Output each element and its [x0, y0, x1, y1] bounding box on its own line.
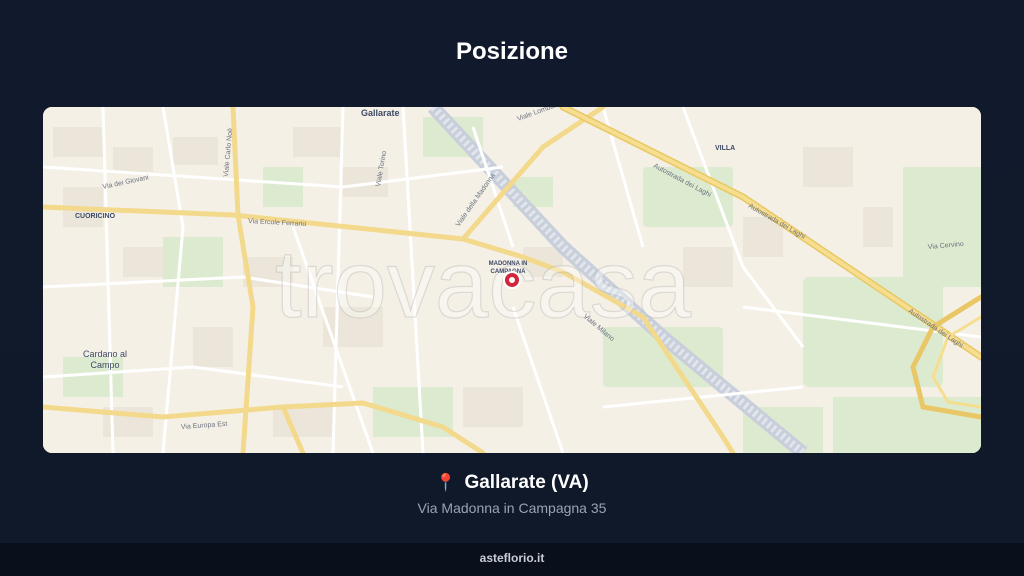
- label-cuoricino: CUORICINO: [75, 213, 116, 220]
- footer-brand[interactable]: asteflorio.it: [0, 543, 1024, 576]
- label-gallarate: Gallarate: [361, 108, 400, 118]
- label-madonna-line1: MADONNA IN: [489, 261, 528, 267]
- pin-icon: 📍: [435, 473, 457, 492]
- page-title: Posizione: [455, 38, 569, 65]
- map-canvas[interactable]: trovacasa Gallarate VILLA CUORICINO MADO…: [43, 107, 981, 453]
- label-villa: VILLA: [715, 145, 735, 152]
- location-city: Gallarate (VA): [464, 472, 589, 493]
- map-marker-icon[interactable]: [503, 271, 521, 289]
- location-address: Via Madonna in Campagna 35: [417, 500, 607, 516]
- location-title: 📍 Gallarate (VA): [0, 472, 1024, 494]
- map-watermark: trovacasa: [275, 231, 692, 338]
- label-cardano-line2: Campo: [90, 360, 119, 370]
- map-view[interactable]: trovacasa Gallarate VILLA CUORICINO MADO…: [43, 107, 981, 453]
- label-cardano-line1: Cardano al: [83, 349, 127, 359]
